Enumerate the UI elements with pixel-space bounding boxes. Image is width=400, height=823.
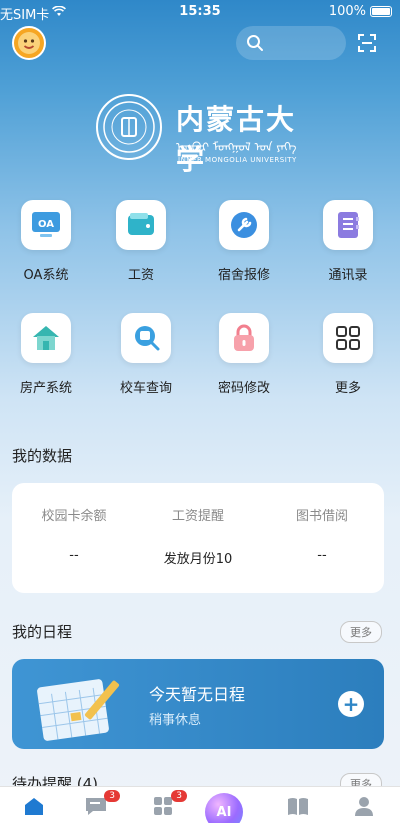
home-icon — [25, 798, 43, 815]
cartoon-avatar-icon — [18, 32, 40, 54]
house-icon — [21, 313, 71, 363]
app-label: OA系统 — [23, 268, 69, 283]
app-salary[interactable]: 工资 — [96, 200, 186, 283]
address-book-icon — [323, 200, 373, 250]
university-name-english: INNER MONGOLIA UNIVERSITY — [178, 156, 297, 164]
apps-badge: 3 — [171, 790, 187, 802]
data-value: -- — [317, 548, 327, 563]
schedule-empty-title: 今天暂无日程 — [149, 685, 246, 704]
my-data-title: 我的数据 — [12, 447, 73, 465]
tab-home[interactable] — [20, 793, 48, 819]
add-schedule-button[interactable]: + — [338, 691, 364, 717]
campus-card-balance[interactable]: 校园卡余额 -- — [12, 505, 136, 563]
tab-profile[interactable] — [350, 793, 378, 819]
lock-icon — [219, 313, 269, 363]
status-right: 100% — [329, 4, 392, 19]
tab-apps[interactable]: 3 — [149, 790, 187, 819]
app-label: 宿舍报修 — [217, 268, 270, 283]
book-icon — [288, 798, 308, 815]
app-label: 校车查询 — [119, 381, 172, 396]
ai-assistant-button[interactable]: AI — [205, 793, 243, 823]
schedule-title: 我的日程 — [12, 623, 73, 641]
app-label: 通讯录 — [328, 268, 368, 283]
app-bus-query[interactable]: 校车查询 — [101, 313, 191, 396]
wallet-icon — [116, 200, 166, 250]
oa-icon: OA — [21, 200, 71, 250]
university-seal-icon — [96, 94, 162, 160]
app-label: 房产系统 — [19, 381, 72, 396]
calendar-pencil-icon — [37, 679, 120, 741]
app-contacts[interactable]: 通讯录 — [303, 200, 393, 283]
scan-button[interactable] — [354, 30, 380, 56]
schedule-card: 今天暂无日程 稍事休息 + — [12, 659, 384, 749]
data-label: 校园卡余额 — [41, 509, 107, 524]
tab-library[interactable] — [284, 793, 312, 819]
apps-grid-icon — [154, 797, 172, 815]
bottom-tab-bar: 3 3 AI — [0, 786, 400, 823]
app-more[interactable]: 更多 — [303, 313, 393, 396]
tab-messages[interactable]: 3 — [82, 790, 120, 819]
app-label: 密码修改 — [217, 381, 270, 396]
salary-reminder[interactable]: 工资提醒 发放月份10 — [136, 505, 260, 567]
grid-icon — [323, 313, 373, 363]
data-label: 工资提醒 — [171, 509, 224, 524]
message-badge: 3 — [104, 790, 120, 802]
search-button[interactable] — [236, 26, 346, 60]
university-name-mongolian: ᠦᠪᠦᠷ ᠮᠣᠩᠭᠣᠯ ᠤᠨ ᠶᠡᠬᠡ — [176, 140, 297, 154]
battery-icon — [370, 6, 392, 17]
scan-icon — [358, 34, 376, 52]
university-logo: 内蒙古大学 ᠦᠪᠦᠷ ᠮᠣᠩᠭᠣᠯ ᠤᠨ ᠶᠡᠬᠡ INNER MONGOLIA… — [96, 94, 306, 176]
data-value: -- — [69, 548, 79, 563]
app-oa[interactable]: OA OA系统 — [1, 200, 91, 283]
battery-percent: 100% — [328, 4, 366, 19]
my-data-card: 校园卡余额 -- 工资提醒 发放月份10 图书借阅 -- — [12, 483, 384, 593]
wrench-icon — [219, 200, 269, 250]
data-label: 图书借阅 — [295, 509, 348, 524]
schedule-empty-subtitle: 稍事休息 — [149, 713, 202, 728]
data-value: 发放月份10 — [163, 552, 233, 567]
app-dorm-repair[interactable]: 宿舍报修 — [199, 200, 289, 283]
app-label: 工资 — [127, 268, 154, 283]
bus-search-icon — [121, 313, 171, 363]
search-icon — [247, 35, 263, 51]
svg-text:OA: OA — [38, 219, 54, 230]
library-borrowing[interactable]: 图书借阅 -- — [260, 505, 384, 563]
avatar[interactable] — [12, 26, 46, 60]
app-housing[interactable]: 房产系统 — [1, 313, 91, 396]
status-bar: 无SIM卡 15:35 100% — [0, 0, 400, 24]
user-icon — [355, 797, 373, 816]
app-change-password[interactable]: 密码修改 — [199, 313, 289, 396]
app-label: 更多 — [334, 381, 361, 396]
schedule-more-button[interactable]: 更多 — [340, 621, 382, 643]
